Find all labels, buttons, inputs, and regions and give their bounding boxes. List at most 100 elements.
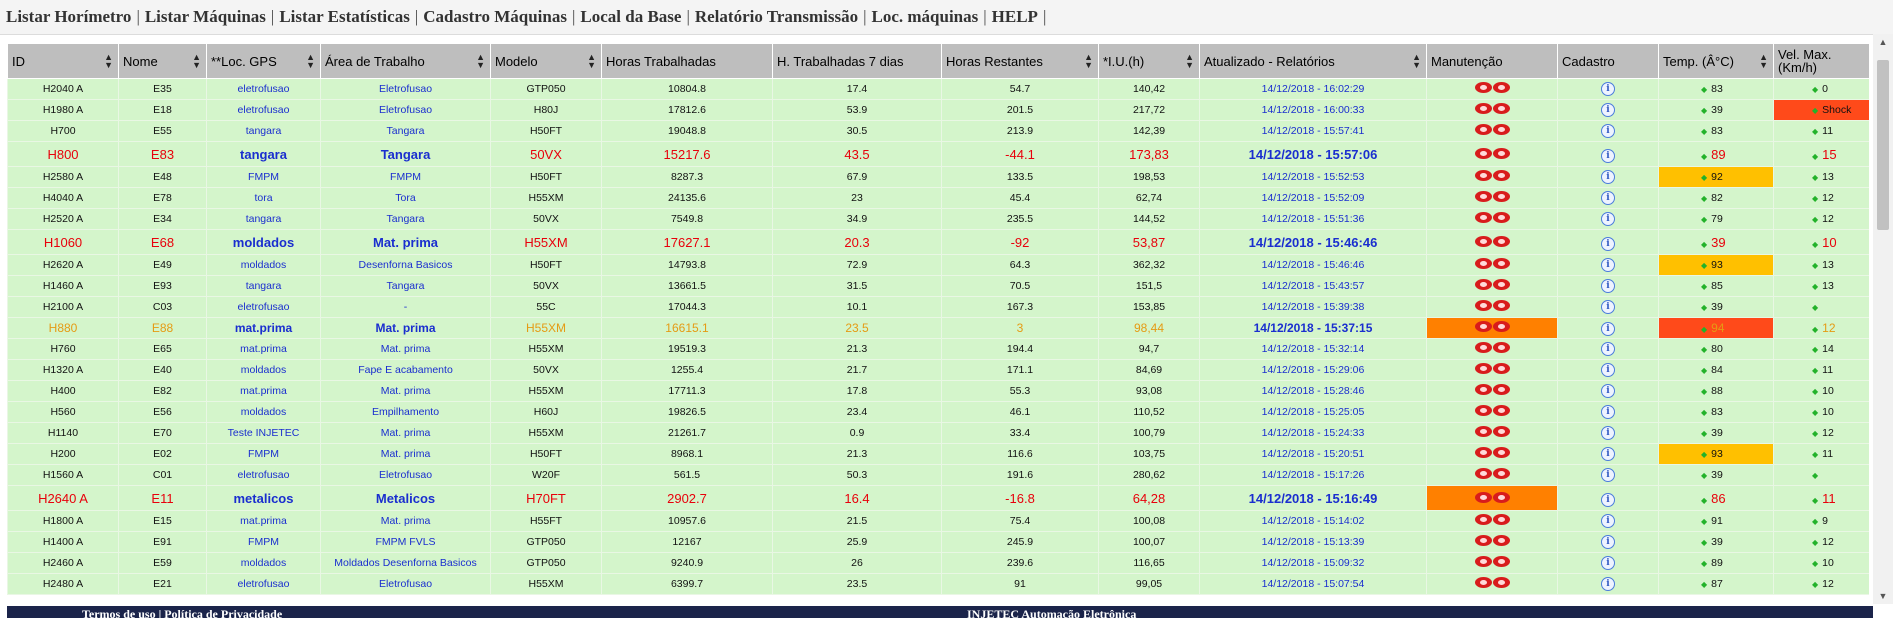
table-row[interactable]: H2460 A E59 moldados Moldados Desenforna Ba… [7, 552, 1869, 574]
cell-manutencao[interactable] [1426, 229, 1558, 255]
cell-cadastro[interactable]: i [1557, 78, 1659, 100]
cell-cadastro[interactable]: i [1557, 229, 1659, 255]
cell-id[interactable]: H1140 [7, 422, 119, 444]
sort-arrows-icon[interactable]: ▲ ▼ [1084, 53, 1093, 70]
cell-id[interactable]: H1800 A [7, 510, 119, 532]
cell-cadastro[interactable]: i [1557, 573, 1659, 595]
sort-arrows-icon[interactable]: ▲ ▼ [476, 53, 485, 70]
cell-cadastro[interactable]: i [1557, 254, 1659, 276]
info-icon[interactable]: i [1601, 492, 1615, 507]
cell-id[interactable]: H200 [7, 443, 119, 465]
info-icon[interactable]: i [1601, 103, 1615, 117]
cell-manutencao[interactable] [1426, 485, 1558, 511]
info-icon[interactable]: i [1601, 468, 1615, 482]
column-header-7[interactable]: Horas Restantes ▲ ▼ [941, 43, 1099, 79]
table-row[interactable]: H560 E56 moldados Empilhamento H60J 19826.5 23… [7, 401, 1869, 423]
info-icon[interactable]: i [1601, 384, 1615, 398]
cell-cadastro[interactable]: i [1557, 401, 1659, 423]
maintenance-goggles-icon[interactable] [1474, 363, 1510, 374]
cell-id[interactable]: H2040 A [7, 78, 119, 100]
table-row[interactable]: H800 E83 tangara Tangara 50VX 15217.6 43.5 -44.… [7, 141, 1869, 167]
table-row[interactable]: H4040 A E78 tora Tora H55XM 24135.6 23 45.4 62,7… [7, 187, 1869, 209]
table-row[interactable]: H1980 A E18 eletrofusao Eletrofusao H80J 1781… [7, 99, 1869, 121]
maintenance-goggles-icon[interactable] [1474, 468, 1510, 479]
cell-cadastro[interactable]: i [1557, 120, 1659, 142]
cell-cadastro[interactable]: i [1557, 99, 1659, 121]
table-row[interactable]: H1460 A E93 tangara Tangara 50VX 13661.5 31.5 7… [7, 275, 1869, 297]
info-icon[interactable]: i [1601, 426, 1615, 440]
table-row[interactable]: H880 E88 mat.prima Mat. prima H55XM 16615.1 23… [7, 317, 1869, 339]
table-row[interactable]: H1560 A C01 eletrofusao Eletrofusao W20F 561.… [7, 464, 1869, 486]
info-icon[interactable]: i [1601, 577, 1615, 591]
info-icon[interactable]: i [1601, 300, 1615, 314]
info-icon[interactable]: i [1601, 258, 1615, 272]
info-icon[interactable]: i [1601, 191, 1615, 205]
cell-manutencao[interactable] [1426, 187, 1558, 209]
cell-id[interactable]: H2480 A [7, 573, 119, 595]
cell-manutencao[interactable] [1426, 296, 1558, 318]
table-row[interactable]: H1140 E70 Teste INJETEC Mat. prima H55XM 2126… [7, 422, 1869, 444]
scroll-down-arrow-icon[interactable]: ▼ [1873, 588, 1893, 604]
info-icon[interactable]: i [1601, 212, 1615, 226]
cell-manutencao[interactable] [1426, 443, 1558, 465]
cell-id[interactable]: H2460 A [7, 552, 119, 574]
cell-id[interactable]: H1060 [7, 229, 119, 255]
info-icon[interactable]: i [1601, 535, 1615, 549]
info-icon[interactable]: i [1601, 170, 1615, 184]
info-icon[interactable]: i [1601, 363, 1615, 377]
info-icon[interactable]: i [1601, 82, 1615, 96]
nav-link-4[interactable]: Local da Base [580, 7, 681, 27]
cell-manutencao[interactable] [1426, 99, 1558, 121]
cell-manutencao[interactable] [1426, 254, 1558, 276]
table-row[interactable]: H1320 A E40 moldados Fape E acabamento 50VX 1… [7, 359, 1869, 381]
cell-cadastro[interactable]: i [1557, 485, 1659, 511]
sort-arrows-icon[interactable]: ▲ ▼ [192, 53, 201, 70]
cell-cadastro[interactable]: i [1557, 317, 1659, 339]
table-row[interactable]: H1800 A E15 mat.prima Mat. prima H55FT 10957.… [7, 510, 1869, 532]
nav-link-1[interactable]: Listar Máquinas [145, 7, 266, 27]
cell-cadastro[interactable]: i [1557, 380, 1659, 402]
cell-id[interactable]: H760 [7, 338, 119, 360]
table-row[interactable]: H760 E65 mat.prima Mat. prima H55XM 19519.3 21… [7, 338, 1869, 360]
cell-cadastro[interactable]: i [1557, 359, 1659, 381]
sort-arrows-icon[interactable]: ▲ ▼ [104, 53, 113, 70]
nav-link-0[interactable]: Listar Horímetro [6, 7, 131, 27]
table-row[interactable]: H2640 A E11 metalicos Metalicos H70FT 2902.7 1… [7, 485, 1869, 511]
maintenance-goggles-icon[interactable] [1474, 170, 1510, 181]
cell-cadastro[interactable]: i [1557, 510, 1659, 532]
cell-manutencao[interactable] [1426, 78, 1558, 100]
maintenance-goggles-icon[interactable] [1474, 447, 1510, 458]
info-icon[interactable]: i [1601, 447, 1615, 461]
column-header-12[interactable]: Temp. (Â°C) ▲ ▼ [1658, 43, 1774, 79]
sort-arrows-icon[interactable]: ▲ ▼ [1412, 53, 1421, 70]
info-icon[interactable]: i [1601, 148, 1615, 163]
table-row[interactable]: H700 E55 tangara Tangara H50FT 19048.8 30.5 213… [7, 120, 1869, 142]
cell-cadastro[interactable]: i [1557, 443, 1659, 465]
cell-id[interactable]: H4040 A [7, 187, 119, 209]
column-header-3[interactable]: Área de Trabalho ▲ ▼ [320, 43, 491, 79]
table-row[interactable]: H2040 A E35 eletrofusao Eletrofusao GTP050 10… [7, 78, 1869, 100]
cell-cadastro[interactable]: i [1557, 208, 1659, 230]
column-header-13[interactable]: Vel. Max.(Km/h) [1773, 43, 1869, 79]
cell-manutencao[interactable] [1426, 208, 1558, 230]
cell-manutencao[interactable] [1426, 120, 1558, 142]
scroll-up-arrow-icon[interactable]: ▲ [1873, 34, 1893, 50]
info-icon[interactable]: i [1601, 236, 1615, 251]
maintenance-goggles-icon[interactable] [1474, 384, 1510, 395]
sort-arrows-icon[interactable]: ▲ ▼ [306, 53, 315, 70]
cell-id[interactable]: H2580 A [7, 166, 119, 188]
cell-id[interactable]: H880 [7, 317, 119, 339]
cell-cadastro[interactable]: i [1557, 464, 1659, 486]
maintenance-goggles-icon[interactable] [1474, 191, 1510, 202]
maintenance-goggles-icon[interactable] [1474, 342, 1510, 353]
info-icon[interactable]: i [1601, 556, 1615, 570]
cell-id[interactable]: H800 [7, 141, 119, 167]
maintenance-goggles-icon[interactable] [1474, 514, 1510, 525]
column-header-9[interactable]: Atualizado - Relatórios ▲ ▼ [1199, 43, 1427, 79]
cell-manutencao[interactable] [1426, 552, 1558, 574]
column-header-10[interactable]: Manutenção [1426, 43, 1558, 79]
scroll-thumb[interactable] [1877, 60, 1889, 230]
cell-cadastro[interactable]: i [1557, 531, 1659, 553]
sort-arrows-icon[interactable]: ▲ ▼ [1759, 53, 1768, 70]
column-header-0[interactable]: ID ▲ ▼ [7, 43, 119, 79]
